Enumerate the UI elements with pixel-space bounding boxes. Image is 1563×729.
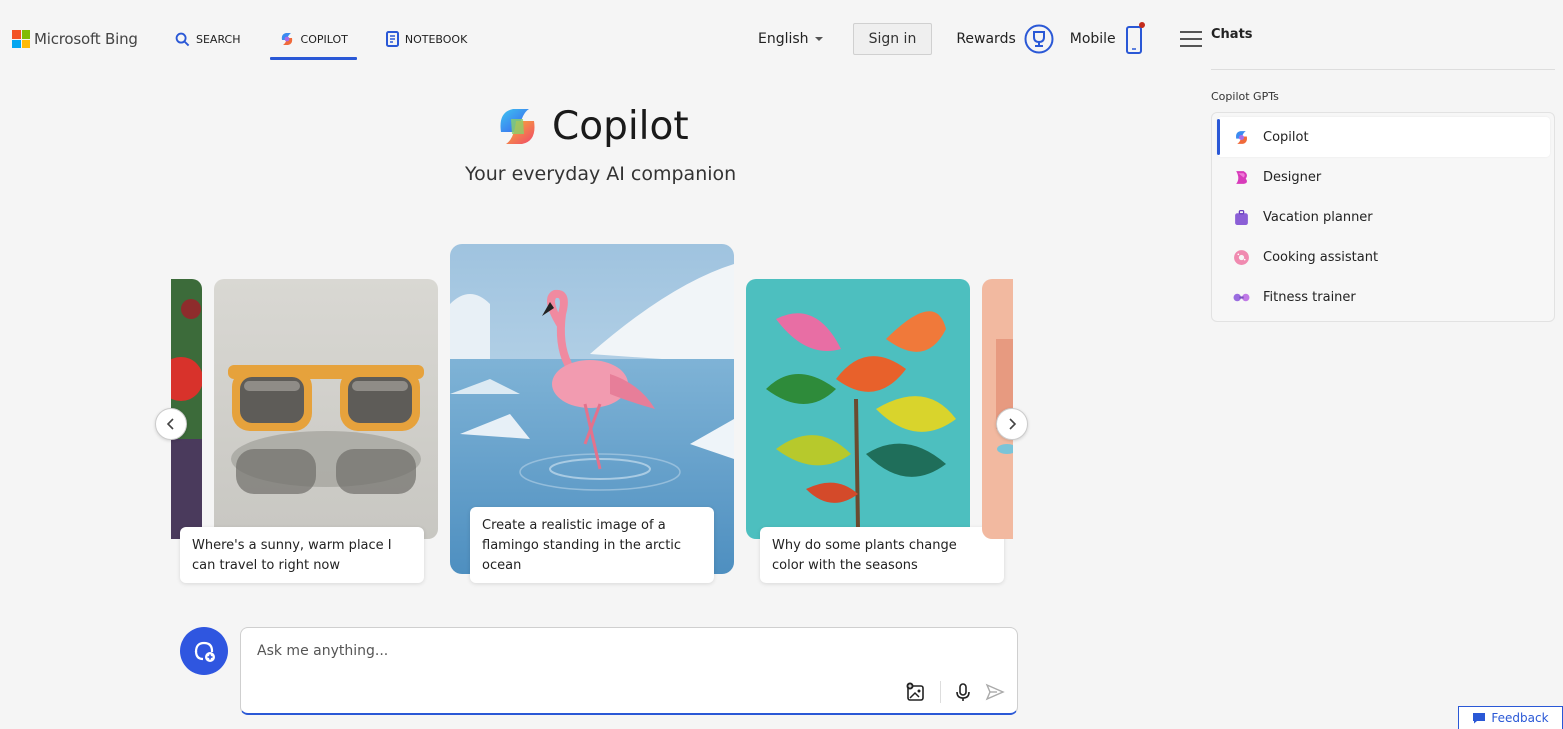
notebook-icon — [385, 31, 399, 47]
plant-image — [746, 279, 970, 539]
chat-input-box — [240, 627, 1018, 715]
nav-copilot[interactable]: COPILOT — [269, 24, 358, 60]
microphone-icon[interactable] — [955, 682, 971, 702]
card-caption-flamingo[interactable]: Create a realistic image of a flamingo s… — [470, 507, 714, 583]
gpt-item-copilot[interactable]: Copilot — [1217, 117, 1550, 157]
gpt-item-vacation-planner[interactable]: Vacation planner — [1217, 197, 1550, 237]
gpt-item-label: Fitness trainer — [1263, 289, 1356, 305]
card-caption-plant[interactable]: Why do some plants change color with the… — [760, 527, 1004, 583]
carousel-card-plant[interactable] — [746, 279, 970, 539]
input-actions — [906, 681, 1005, 703]
new-chat-icon — [194, 641, 215, 662]
carousel-card-sunglasses[interactable] — [214, 279, 438, 539]
send-icon[interactable] — [985, 682, 1005, 702]
divider — [940, 681, 941, 703]
gpt-item-label: Cooking assistant — [1263, 249, 1379, 265]
feedback-label: Feedback — [1491, 711, 1549, 725]
tagline: Your everyday AI companion — [465, 163, 737, 185]
page-title: Copilot — [552, 104, 689, 149]
gpt-item-fitness-trainer[interactable]: Fitness trainer — [1217, 277, 1550, 317]
search-icon — [175, 32, 190, 46]
microsoft-logo-icon — [12, 30, 30, 48]
gpt-list: Copilot Designer Vacation planner Cookin… — [1211, 112, 1555, 322]
ask-input[interactable] — [255, 642, 959, 660]
mobile-button[interactable]: Mobile — [1070, 22, 1146, 56]
top-nav: SEARCH COPILOT NOTEBOOK — [166, 24, 496, 60]
copilot-icon — [281, 33, 292, 45]
language-selector[interactable]: English — [758, 31, 823, 47]
sidebar-title: Chats — [1211, 27, 1253, 42]
add-image-icon[interactable] — [906, 682, 926, 702]
feedback-icon — [1473, 713, 1486, 724]
menu-icon[interactable] — [1179, 31, 1202, 47]
designer-icon — [1236, 170, 1247, 184]
sunglasses-image — [214, 279, 438, 539]
language-label: English — [758, 31, 809, 47]
gpt-item-label: Copilot — [1263, 129, 1309, 145]
chevron-right-icon — [1009, 418, 1017, 430]
phone-icon — [1125, 22, 1145, 54]
header-actions: English Sign in Rewards Mobile — [758, 22, 1202, 56]
copilot-logo-icon — [500, 109, 535, 144]
trophy-icon — [1024, 24, 1054, 54]
nav-copilot-label: COPILOT — [300, 32, 348, 46]
suitcase-icon — [1235, 209, 1248, 225]
feedback-button[interactable]: Feedback — [1458, 706, 1563, 729]
sidebar-divider — [1211, 69, 1555, 70]
carousel-next-button[interactable] — [996, 408, 1028, 440]
donut-icon — [1234, 249, 1249, 265]
sign-in-button[interactable]: Sign in — [852, 23, 933, 55]
new-topic-button[interactable] — [180, 627, 228, 675]
carousel-prev-button[interactable] — [155, 408, 187, 440]
rewards-label: Rewards — [956, 31, 1016, 47]
bing-logo[interactable]: Microsoft Bing — [12, 30, 138, 48]
gpt-item-label: Designer — [1263, 169, 1322, 185]
dumbbell-icon — [1233, 293, 1250, 301]
nav-search[interactable]: SEARCH — [166, 24, 250, 54]
copilot-icon — [1236, 130, 1247, 144]
nav-notebook-label: NOTEBOOK — [404, 32, 468, 46]
chevron-left-icon — [166, 418, 174, 430]
card-caption-sunglasses[interactable]: Where's a sunny, warm place I can travel… — [180, 527, 424, 583]
nav-search-label: SEARCH — [196, 32, 241, 46]
brand-name: Microsoft Bing — [34, 30, 138, 48]
hero-title: Copilot — [495, 104, 689, 149]
nav-notebook[interactable]: NOTEBOOK — [377, 24, 476, 54]
mobile-label: Mobile — [1069, 31, 1116, 47]
rewards-button[interactable]: Rewards — [956, 24, 1054, 54]
gpt-item-designer[interactable]: Designer — [1217, 157, 1550, 197]
caret-down-icon — [814, 37, 823, 41]
sidebar-section-label: Copilot GPTs — [1211, 90, 1279, 103]
gpt-item-label: Vacation planner — [1263, 209, 1373, 225]
gpt-item-cooking-assistant[interactable]: Cooking assistant — [1217, 237, 1550, 277]
